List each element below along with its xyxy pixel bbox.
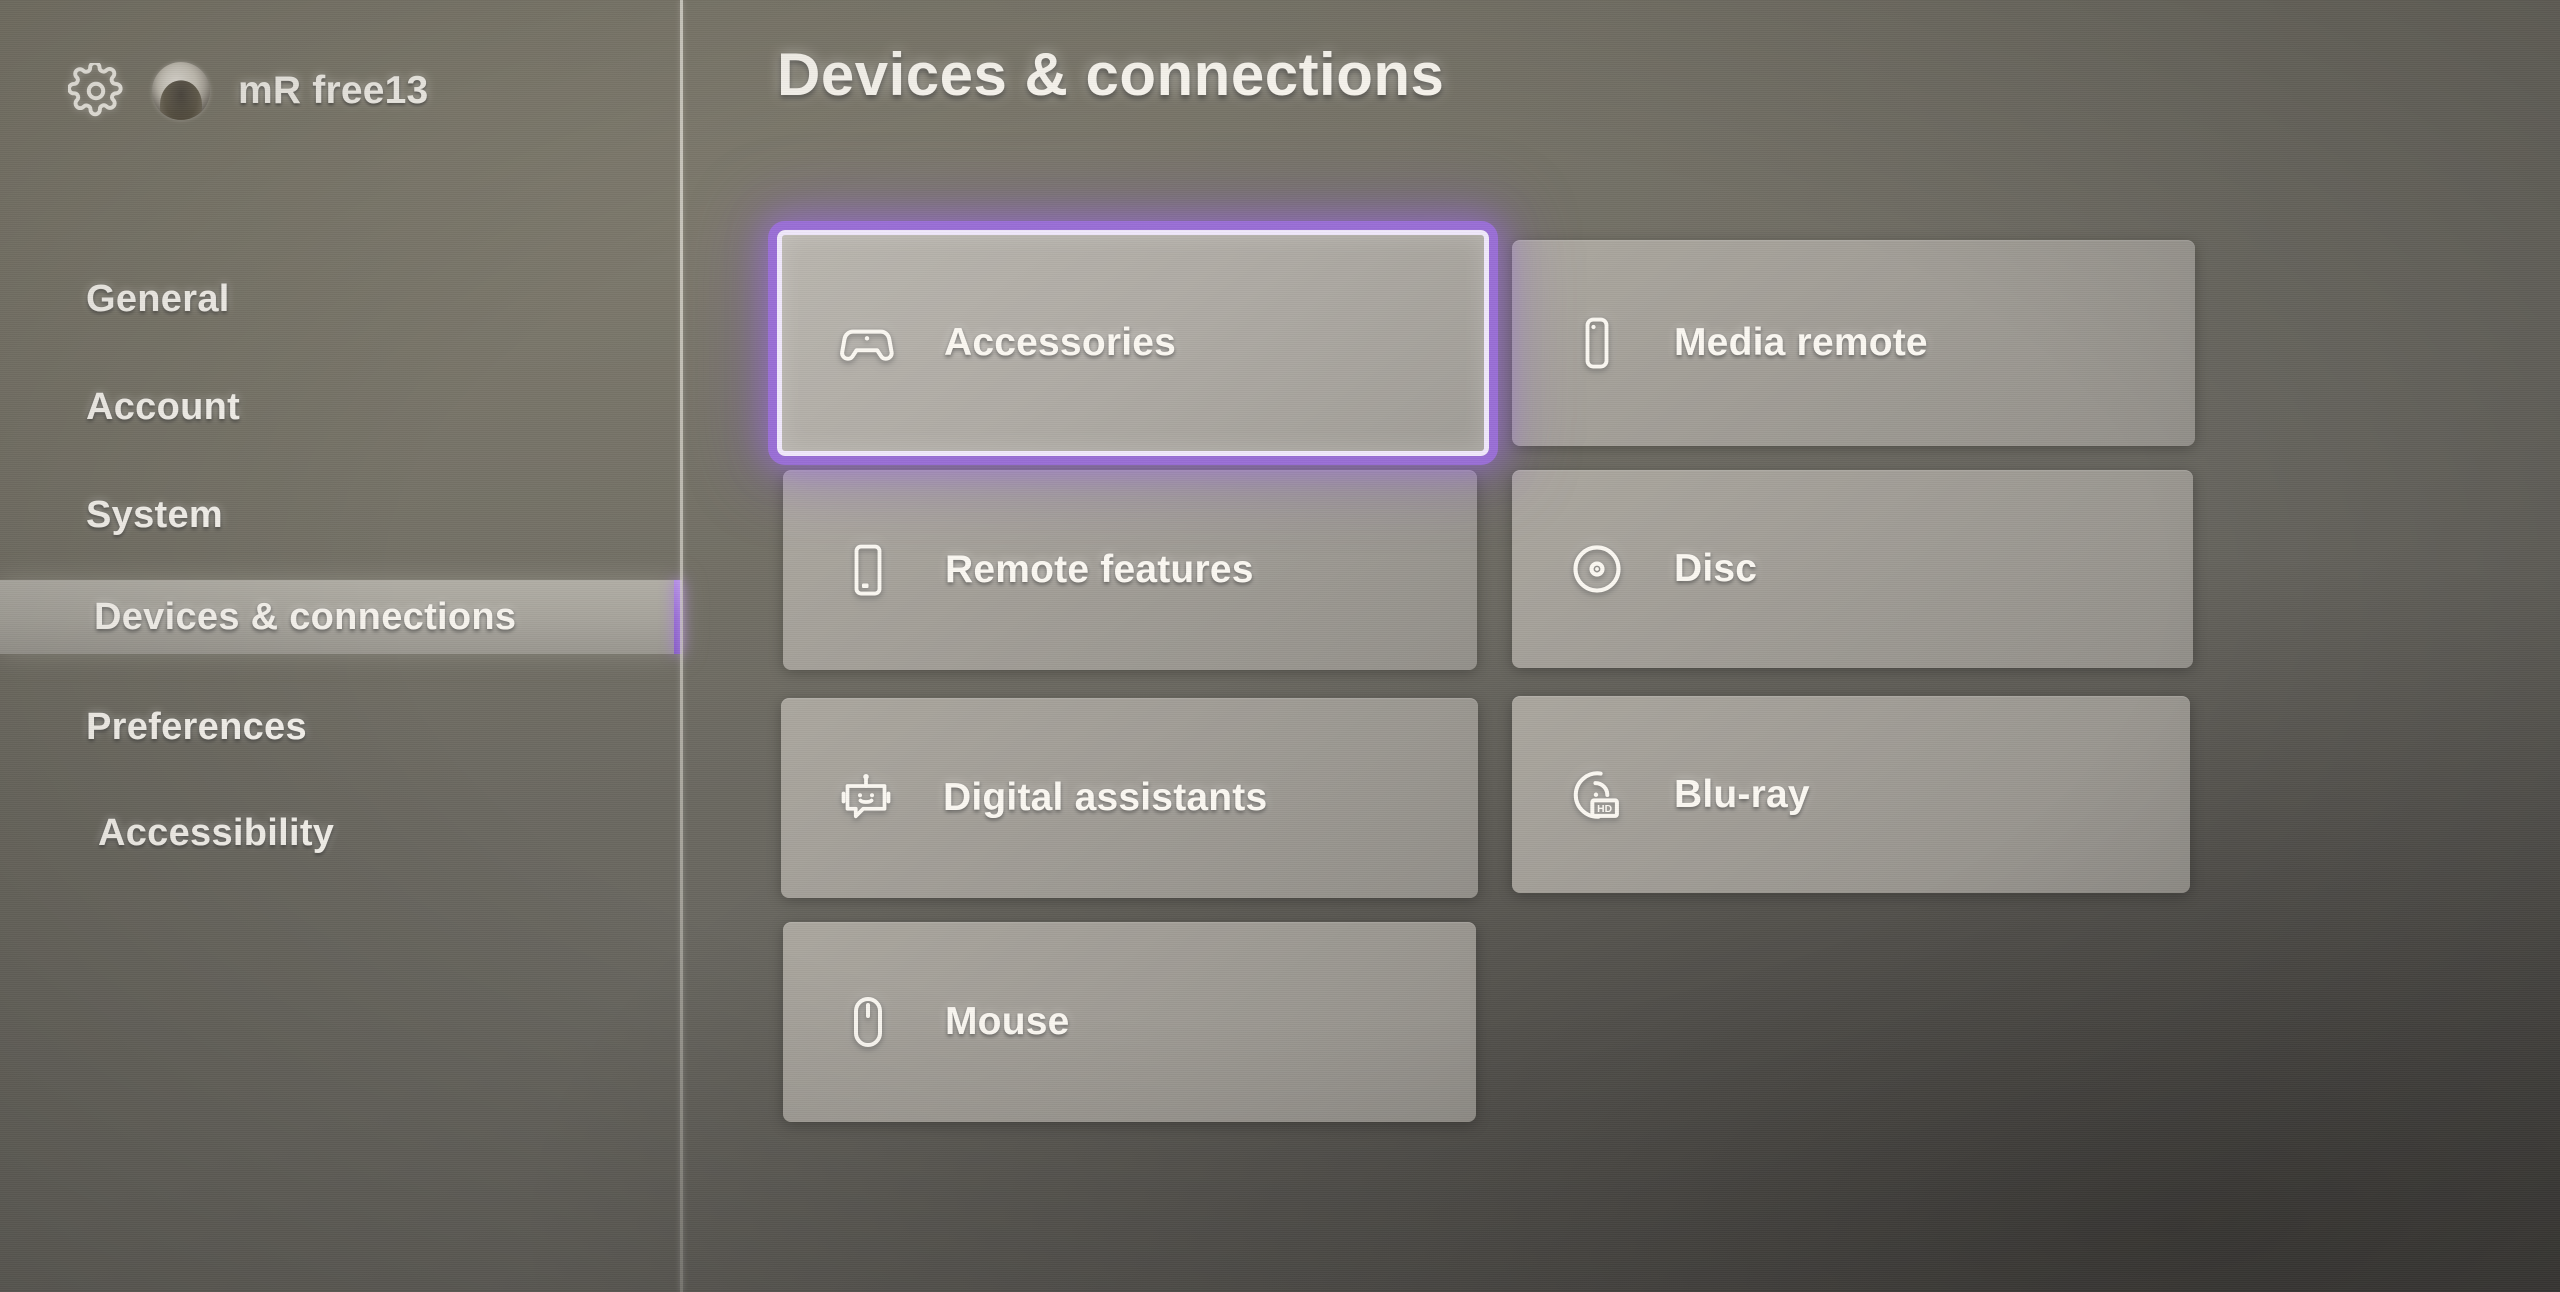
tile-disc[interactable]: Disc — [1512, 470, 2193, 668]
sidebar-item-label: General — [86, 277, 230, 320]
tile-accessories[interactable]: Accessories — [768, 221, 1498, 465]
tile-blu-ray[interactable]: HD Blu-ray — [1512, 696, 2190, 893]
sidebar-item-account[interactable]: Account — [0, 370, 682, 444]
sidebar-item-label: System — [86, 493, 223, 536]
mouse-icon — [835, 989, 901, 1055]
tile-label: Media remote — [1674, 321, 1928, 364]
sidebar-item-general[interactable]: General — [0, 262, 682, 336]
disc-icon — [1564, 536, 1630, 602]
sidebar-item-label: Accessibility — [98, 811, 335, 854]
page-title: Devices & connections — [777, 41, 1445, 108]
gamertag-label: mR free13 — [238, 69, 429, 112]
mobile-phone-icon — [835, 537, 901, 603]
tile-digital-assistants[interactable]: Digital assistants — [781, 698, 1478, 898]
sidebar-item-preferences[interactable]: Preferences — [0, 690, 682, 764]
sidebar-divider — [680, 0, 683, 1292]
tile-mouse[interactable]: Mouse — [783, 922, 1476, 1122]
chat-bot-icon — [833, 765, 899, 831]
avatar[interactable] — [152, 62, 210, 120]
tile-media-remote[interactable]: Media remote — [1512, 240, 2195, 446]
gamepad-icon — [834, 310, 900, 376]
tile-label: Disc — [1674, 547, 1758, 590]
sidebar-item-label: Preferences — [86, 705, 307, 748]
xbox-settings-screen: mR free13 General Account System Devices… — [0, 0, 2560, 1292]
sidebar-item-label: Devices & connections — [94, 595, 517, 638]
sidebar-item-devices-connections[interactable]: Devices & connections — [0, 580, 682, 654]
sidebar-item-system[interactable]: System — [0, 478, 682, 552]
account-header[interactable]: mR free13 — [67, 60, 429, 120]
tile-label: Accessories — [944, 321, 1177, 364]
tile-label: Remote features — [945, 548, 1254, 591]
tile-label: Blu-ray — [1674, 772, 1810, 816]
tile-label: Mouse — [945, 1000, 1070, 1043]
gear-icon[interactable] — [67, 60, 124, 119]
tile-label: Digital assistants — [943, 776, 1268, 819]
sidebar: mR free13 General Account System Devices… — [0, 0, 682, 1292]
media-remote-icon — [1564, 310, 1630, 376]
tile-remote-features[interactable]: Remote features — [783, 470, 1477, 670]
main-content: Devices & connections Accessories Media … — [682, 0, 2560, 1292]
bluray-hd-disc-icon: HD — [1564, 762, 1630, 828]
sidebar-item-accessibility[interactable]: Accessibility — [0, 796, 682, 870]
sidebar-item-label: Account — [86, 385, 241, 428]
svg-text:HD: HD — [1597, 803, 1612, 814]
